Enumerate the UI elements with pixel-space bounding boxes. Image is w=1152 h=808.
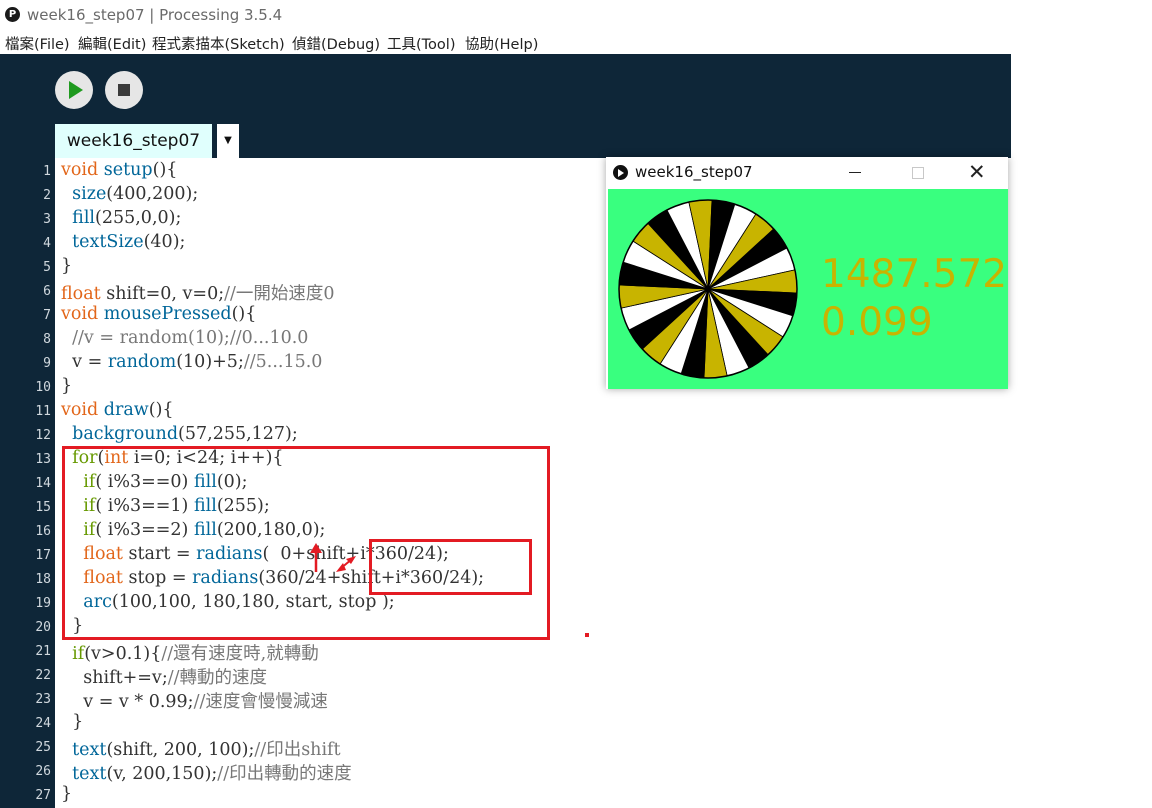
line-number: 17 (35, 548, 51, 563)
menu-sketch[interactable]: 程式素描本(Sketch) (152, 33, 285, 54)
tab-menu-button[interactable]: ▼ (217, 124, 239, 158)
menu-help[interactable]: 協助(Help) (465, 33, 538, 54)
play-icon (613, 165, 628, 180)
line-number: 13 (35, 452, 51, 467)
line-number: 7 (43, 308, 51, 323)
line-number: 18 (35, 572, 51, 587)
shift-value-text: 1487.572 (821, 252, 1008, 297)
menu-tool[interactable]: 工具(Tool) (387, 33, 455, 54)
line-number: 3 (43, 212, 51, 227)
line-number: 22 (35, 668, 51, 683)
editor-header: week16_step07 ▼ (0, 54, 1011, 158)
line-number: 1 (43, 164, 51, 179)
processing-icon: P (5, 7, 20, 22)
annotation-dot (585, 633, 589, 637)
line-number: 8 (43, 332, 51, 347)
line-number: 27 (35, 788, 51, 803)
line-number: 4 (43, 236, 51, 251)
line-number: 2 (43, 188, 51, 203)
sketch-window[interactable]: week16_step07 ✕ 1487.572 0.099 (606, 157, 1008, 389)
line-number: 12 (35, 428, 51, 443)
line-number: 25 (35, 740, 51, 755)
line-number: 20 (35, 620, 51, 635)
play-icon (69, 81, 83, 99)
line-number-gutter: 1 2 3 4 5 6 7 8 9 10 11 12 13 14 15 16 17 18 19 20 21 22 23 24 2… (0, 158, 55, 808)
run-button[interactable] (55, 71, 93, 109)
tab-week16-step07[interactable]: week16_step07 (55, 124, 212, 158)
line-number: 9 (43, 356, 51, 371)
line-number: 10 (35, 380, 51, 395)
minimize-icon[interactable] (849, 172, 861, 173)
menu-edit[interactable]: 編輯(Edit) (78, 33, 146, 54)
line-number: 24 (35, 716, 51, 731)
line-number: 5 (43, 260, 51, 275)
window-title: week16_step07 | Processing 3.5.4 (27, 6, 283, 24)
menu-file[interactable]: 檔案(File) (5, 33, 70, 54)
sketch-title: week16_step07 (635, 163, 753, 181)
line-number: 21 (35, 644, 51, 659)
maximize-icon[interactable] (912, 167, 924, 179)
line-number: 23 (35, 692, 51, 707)
stop-button[interactable] (105, 71, 143, 109)
speed-value-text: 0.099 (821, 300, 933, 345)
stop-icon (118, 84, 130, 96)
line-number: 16 (35, 524, 51, 539)
sketch-title-bar[interactable]: week16_step07 ✕ (606, 157, 1008, 188)
line-number: 19 (35, 596, 51, 611)
menu-debug[interactable]: 偵錯(Debug) (292, 33, 380, 54)
line-number: 6 (43, 284, 51, 299)
title-bar: P week16_step07 | Processing 3.5.4 (0, 0, 1152, 30)
line-number: 26 (35, 764, 51, 779)
menu-bar: 檔案(File) 編輯(Edit) 程式素描本(Sketch) 偵錯(Debug… (0, 30, 1152, 54)
line-number: 14 (35, 476, 51, 491)
sketch-canvas[interactable]: 1487.572 0.099 (608, 189, 1008, 389)
red-arrow-icon (310, 543, 356, 572)
close-icon[interactable]: ✕ (968, 159, 986, 185)
line-number: 11 (35, 404, 51, 419)
line-number: 15 (35, 500, 51, 515)
